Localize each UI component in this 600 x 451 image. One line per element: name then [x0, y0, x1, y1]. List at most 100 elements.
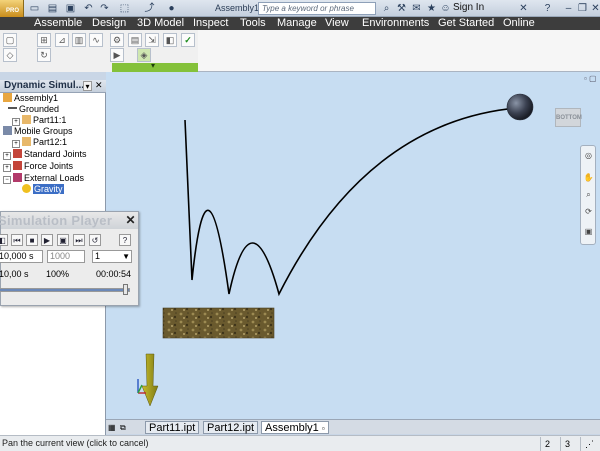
- pan-icon[interactable]: ✋: [583, 172, 594, 183]
- search-icon[interactable]: ⌕: [380, 2, 393, 15]
- ribbon-panel-expander[interactable]: ▾: [112, 61, 198, 72]
- output-grapher-icon[interactable]: ⊿: [55, 33, 69, 47]
- tree-item-mobile-groups[interactable]: Mobile Groups: [3, 126, 73, 136]
- open-icon[interactable]: ▤: [46, 2, 59, 15]
- images-field[interactable]: 1000: [47, 250, 85, 263]
- tree-item-part11[interactable]: + Part11:1: [12, 115, 66, 126]
- cascade-windows-icon[interactable]: ⧉: [120, 423, 126, 433]
- document-tabs: ▦ ⧉ Part11.ipt Part12.ipt Assembly1 ▫: [106, 419, 600, 434]
- doc-tab-assembly[interactable]: Assembly1 ▫: [261, 421, 329, 434]
- scene-canvas: [137, 93, 534, 407]
- tree-item-standard-joints[interactable]: + Standard Joints: [3, 149, 87, 160]
- end-icon[interactable]: ⏭: [73, 234, 85, 246]
- tab-inspect[interactable]: Inspect: [193, 17, 228, 30]
- viewcube[interactable]: BOTTOM: [555, 108, 582, 127]
- app-badge: PRO: [6, 8, 20, 14]
- curve-icon[interactable]: ∿: [89, 33, 103, 47]
- construction-mode-icon[interactable]: ◧: [0, 234, 8, 246]
- save-icon[interactable]: ▣: [64, 2, 77, 15]
- insert-joint-icon[interactable]: ▢: [3, 33, 17, 47]
- browser-close-icon[interactable]: ✕: [95, 80, 103, 91]
- restore-icon[interactable]: ❐: [576, 2, 589, 15]
- tab-tools[interactable]: Tools: [240, 17, 266, 30]
- undo-icon[interactable]: ↶: [82, 2, 95, 15]
- expand-icon[interactable]: +: [12, 140, 20, 148]
- expand-icon[interactable]: −: [3, 176, 11, 184]
- tab-manage[interactable]: Manage: [277, 17, 317, 30]
- tab-3d-model[interactable]: 3D Model: [137, 17, 184, 30]
- chart-icon[interactable]: ▥: [72, 33, 86, 47]
- expand-icon[interactable]: +: [3, 152, 11, 160]
- rotation-icon[interactable]: ↻: [37, 48, 51, 62]
- construction-mode-icon[interactable]: ◈: [137, 48, 151, 62]
- browser-title: Dynamic Simul...: [4, 80, 85, 91]
- tree-item-external-loads[interactable]: − External Loads: [3, 173, 84, 184]
- look-at-icon[interactable]: ▣: [583, 226, 594, 237]
- stop-icon[interactable]: ■: [26, 234, 38, 246]
- sign-in-link[interactable]: Sign In: [453, 2, 484, 13]
- ball[interactable]: [506, 93, 534, 121]
- tab-online[interactable]: Online: [503, 17, 535, 30]
- expand-icon[interactable]: +: [12, 118, 20, 126]
- exchange-icon[interactable]: ✕: [517, 2, 530, 15]
- tree-item-gravity[interactable]: Gravity: [22, 184, 64, 194]
- graphics-viewport[interactable]: [106, 72, 600, 419]
- simulation-player-icon[interactable]: ▶: [110, 48, 124, 62]
- loop-icon[interactable]: ↺: [89, 234, 101, 246]
- application-menu-button[interactable]: PRO: [0, 0, 24, 17]
- tree-item-force-joints[interactable]: + Force Joints: [3, 161, 73, 172]
- simulation-progress-slider[interactable]: [123, 284, 128, 295]
- material-icon[interactable]: ●: [165, 2, 178, 15]
- browser-menu-icon[interactable]: ▾: [83, 81, 92, 91]
- tab-close-icon[interactable]: ▫: [322, 424, 325, 433]
- viewport-window-controls[interactable]: ▫ ▢: [584, 74, 597, 83]
- stress-analysis-icon[interactable]: ◧: [163, 33, 177, 47]
- force-icon[interactable]: ◇: [3, 48, 17, 62]
- play-icon[interactable]: ▶: [41, 234, 53, 246]
- minimize-icon[interactable]: –: [562, 2, 575, 15]
- help-icon[interactable]: ?: [119, 234, 131, 246]
- tile-windows-icon[interactable]: ▦: [108, 423, 116, 432]
- end-time-field[interactable]: 10,000 s: [0, 250, 43, 263]
- zoom-icon[interactable]: ⌕: [583, 189, 594, 200]
- lock-dof-icon[interactable]: ⊞: [37, 33, 51, 47]
- user-icon[interactable]: ☺: [439, 2, 452, 15]
- new-icon[interactable]: ▭: [28, 2, 41, 15]
- external-loads-icon: [13, 173, 22, 182]
- steering-wheel-icon[interactable]: ◎: [583, 150, 594, 161]
- select-icon[interactable]: ⬚: [118, 2, 131, 15]
- tree-item-grounded[interactable]: Grounded: [8, 104, 59, 114]
- tree-item-assembly[interactable]: Assembly1: [3, 93, 58, 103]
- export-fea-icon[interactable]: ⇲: [145, 33, 159, 47]
- status-grip-icon: ⋰: [580, 437, 600, 451]
- tab-get-started[interactable]: Get Started: [438, 17, 494, 30]
- tab-environments[interactable]: Environments: [362, 17, 429, 30]
- finish-check-icon[interactable]: ✓: [181, 33, 195, 47]
- record-icon[interactable]: ▣: [57, 234, 69, 246]
- close-icon[interactable]: ✕: [589, 2, 600, 15]
- search-input[interactable]: Type a keyword or phrase: [258, 2, 376, 15]
- orbit-icon[interactable]: ⟳: [583, 206, 594, 217]
- tab-design[interactable]: Design: [92, 17, 126, 30]
- simulation-player-titlebar[interactable]: Simulation Player ✕: [0, 212, 138, 229]
- ground-block[interactable]: [162, 307, 275, 339]
- return-icon[interactable]: ⤴: [143, 2, 156, 15]
- filter-select[interactable]: 1 ▼: [92, 250, 132, 263]
- close-icon[interactable]: ✕: [124, 214, 137, 227]
- rewind-icon[interactable]: ⏮: [11, 234, 23, 246]
- force-joints-icon: [13, 161, 22, 170]
- favorites-icon[interactable]: ★: [425, 2, 438, 15]
- doc-tab-part11[interactable]: Part11.ipt: [145, 421, 200, 434]
- tab-assemble[interactable]: Assemble: [34, 17, 82, 30]
- help-icon[interactable]: ?: [541, 2, 554, 15]
- browser-header: Dynamic Simul... ▾ ✕: [0, 80, 106, 93]
- tools-icon[interactable]: ⚒: [395, 2, 408, 15]
- expand-icon[interactable]: +: [3, 164, 11, 172]
- tab-view[interactable]: View: [325, 17, 349, 30]
- communication-icon[interactable]: ✉: [410, 2, 423, 15]
- redo-icon[interactable]: ↷: [98, 2, 111, 15]
- doc-tab-part12[interactable]: Part12.ipt: [203, 421, 259, 434]
- mechanism-status-icon[interactable]: ⚙: [110, 33, 124, 47]
- tree-item-part12[interactable]: + Part12:1: [12, 137, 67, 148]
- simulation-settings-icon[interactable]: ▤: [128, 33, 142, 47]
